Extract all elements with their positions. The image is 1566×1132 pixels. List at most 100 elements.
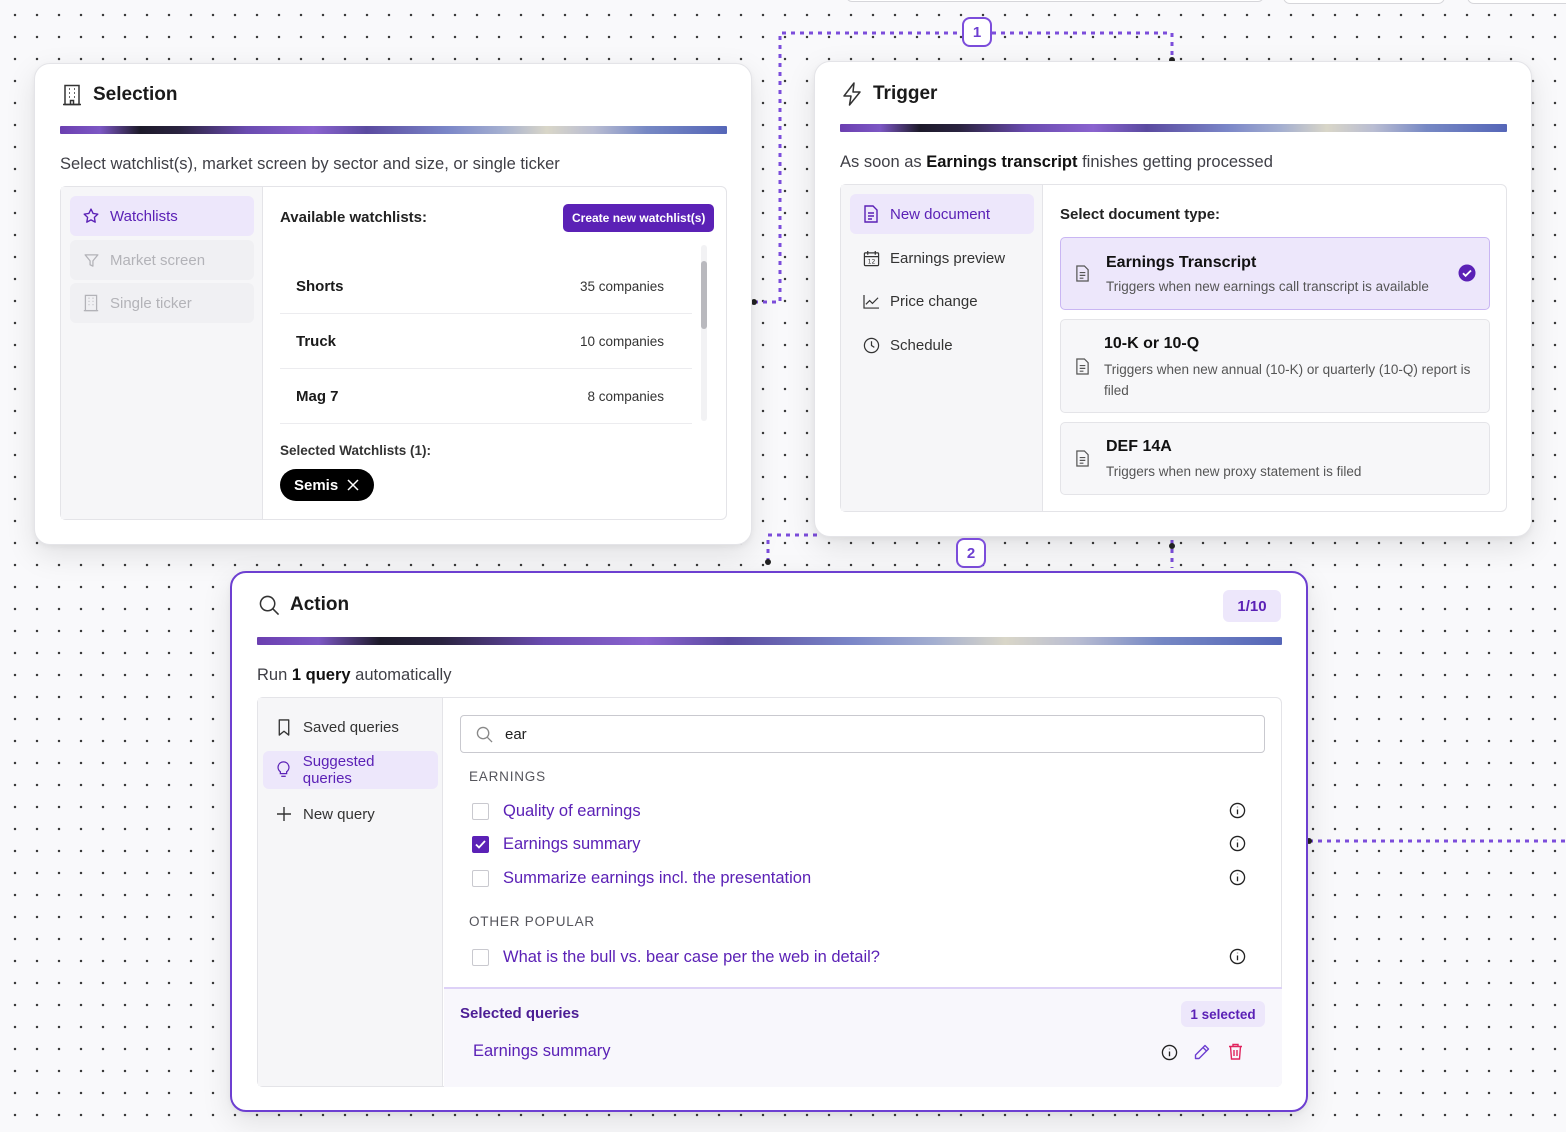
selection-subtitle: Select watchlist(s), market screen by se… bbox=[60, 155, 560, 173]
top-edge-shape-2 bbox=[1283, 0, 1445, 4]
doc-type-desc: Triggers when new annual (10-K) or quart… bbox=[1104, 362, 1471, 398]
info-icon[interactable] bbox=[1229, 835, 1246, 857]
lightbulb-icon bbox=[275, 761, 293, 779]
trigger-subtitle: As soon as Earnings transcript finishes … bbox=[840, 153, 1273, 172]
action-title: Action bbox=[290, 594, 350, 615]
watchlist-chip[interactable]: Semis bbox=[280, 469, 375, 501]
info-icon[interactable] bbox=[1229, 869, 1246, 891]
selection-card: Selection Select watchlist(s), market sc… bbox=[34, 63, 752, 545]
doc-type-title: Earnings Transcript bbox=[1106, 254, 1257, 271]
nav-price-change[interactable]: Price change bbox=[850, 281, 1034, 321]
watchlist-row[interactable]: Shorts 35 companies bbox=[280, 259, 692, 314]
action-subtitle: Run 1 query automatically bbox=[257, 666, 451, 685]
trigger-gradient-bar bbox=[840, 124, 1507, 132]
selection-gradient-bar bbox=[60, 126, 727, 134]
nav-suggested-queries[interactable]: Suggested queries bbox=[263, 751, 438, 789]
calendar-icon: 12 bbox=[862, 249, 880, 267]
search-icon bbox=[258, 594, 280, 616]
section-heading-earnings: EARNINGS bbox=[469, 769, 546, 784]
watchlist-scrollbar[interactable] bbox=[701, 245, 707, 421]
watchlist-row[interactable]: Mag 7 8 companies bbox=[280, 369, 692, 424]
chip-label: Semis bbox=[294, 476, 339, 494]
top-edge-shape-3 bbox=[1467, 0, 1566, 4]
step-badge-1: 1 bbox=[962, 17, 992, 47]
query-label: Earnings summary bbox=[503, 835, 641, 853]
info-icon[interactable] bbox=[1229, 802, 1246, 824]
nav-new-document-label: New document bbox=[890, 205, 991, 223]
nav-schedule-label: Schedule bbox=[890, 336, 953, 354]
doc-type-earnings-transcript[interactable]: Earnings Transcript Triggers when new ea… bbox=[1060, 237, 1490, 310]
selection-header: Selection bbox=[61, 84, 177, 106]
action-subtitle-bold: 1 query bbox=[291, 666, 351, 684]
nav-earnings-preview[interactable]: 12 Earnings preview bbox=[850, 238, 1034, 278]
nav-watchlists[interactable]: Watchlists bbox=[70, 196, 254, 236]
search-icon bbox=[475, 725, 493, 743]
trigger-panel: New document 12 Earnings preview Price c… bbox=[840, 184, 1507, 512]
chart-line-icon bbox=[862, 292, 880, 310]
info-icon[interactable] bbox=[1161, 1044, 1178, 1066]
query-checkbox[interactable] bbox=[472, 949, 489, 966]
clock-icon bbox=[862, 336, 880, 354]
document-icon bbox=[1075, 358, 1090, 380]
query-option-row[interactable]: Earnings summary bbox=[472, 835, 641, 854]
doc-type-label: Select document type: bbox=[1060, 206, 1221, 223]
action-gradient-bar bbox=[257, 637, 1282, 645]
selected-queries-title: Selected queries bbox=[460, 1005, 580, 1022]
doc-type-desc: Triggers when new proxy statement is fil… bbox=[1106, 464, 1362, 479]
query-option-row[interactable]: Quality of earnings bbox=[472, 802, 641, 821]
delete-trash-icon[interactable] bbox=[1228, 1043, 1243, 1065]
step-badge-2: 2 bbox=[956, 538, 986, 568]
section-heading-other-popular: OTHER POPULAR bbox=[469, 914, 595, 929]
trigger-card: Trigger As soon as Earnings transcript f… bbox=[814, 61, 1532, 537]
watchlist-count: 35 companies bbox=[579, 278, 664, 294]
action-subtitle-post: automatically bbox=[350, 666, 452, 684]
close-icon[interactable] bbox=[346, 478, 360, 492]
create-watchlist-button[interactable]: Create new watchlist(s) bbox=[563, 204, 715, 232]
query-label: Quality of earnings bbox=[503, 802, 641, 820]
watchlist-count: 10 companies bbox=[579, 333, 664, 349]
query-checkbox[interactable] bbox=[472, 870, 489, 887]
action-sidebar: Saved queries Suggested queries New quer… bbox=[258, 698, 443, 1086]
doc-type-def14a[interactable]: DEF 14A Triggers when new proxy statemen… bbox=[1060, 422, 1490, 495]
watchlist-list: Shorts 35 companies Truck 10 companies M… bbox=[61, 243, 728, 424]
nav-earnings-preview-label: Earnings preview bbox=[890, 249, 1006, 267]
nav-schedule[interactable]: Schedule bbox=[850, 325, 1034, 365]
building-icon bbox=[61, 84, 83, 106]
info-icon[interactable] bbox=[1229, 948, 1246, 970]
nav-saved-queries[interactable]: Saved queries bbox=[263, 707, 438, 747]
action-subtitle-pre: Run bbox=[257, 666, 292, 684]
watchlist-row[interactable]: Truck 10 companies bbox=[280, 314, 692, 369]
search-value: ear bbox=[505, 725, 527, 743]
query-checkbox-checked[interactable] bbox=[472, 836, 489, 853]
watchlist-name: Truck bbox=[296, 332, 337, 350]
query-option-row[interactable]: Summarize earnings incl. the presentatio… bbox=[472, 869, 811, 888]
query-option-row[interactable]: What is the bull vs. bear case per the w… bbox=[472, 948, 880, 967]
trigger-subtitle-bold: Earnings transcript bbox=[926, 153, 1078, 171]
selected-watchlists-label: Selected Watchlists (1): bbox=[280, 443, 432, 458]
query-checkbox[interactable] bbox=[472, 803, 489, 820]
check-circle-icon bbox=[1458, 264, 1476, 287]
available-watchlists-label: Available watchlists: bbox=[280, 209, 427, 226]
selection-panel: Watchlists Market screen Single ticker A… bbox=[60, 186, 727, 520]
watchlist-name: Mag 7 bbox=[296, 387, 339, 405]
document-icon bbox=[1075, 450, 1090, 472]
nav-new-query[interactable]: New query bbox=[263, 794, 438, 834]
trigger-subtitle-post: finishes getting processed bbox=[1077, 153, 1273, 171]
scrollbar-thumb[interactable] bbox=[701, 261, 707, 329]
lightning-icon bbox=[841, 82, 863, 106]
query-search-input[interactable]: ear bbox=[460, 715, 1265, 753]
star-icon bbox=[82, 207, 100, 225]
edit-pencil-icon[interactable] bbox=[1194, 1044, 1210, 1065]
selected-query-item[interactable]: Earnings summary bbox=[473, 1042, 611, 1061]
nav-new-document[interactable]: New document bbox=[850, 194, 1034, 234]
doc-type-10k-10q[interactable]: 10-K or 10-Q Triggers when new annual (1… bbox=[1060, 319, 1490, 413]
query-label: Summarize earnings incl. the presentatio… bbox=[503, 869, 812, 887]
watchlist-name: Shorts bbox=[296, 277, 344, 295]
doc-type-desc: Triggers when new earnings call transcri… bbox=[1106, 279, 1429, 294]
nav-new-query-label: New query bbox=[303, 805, 375, 823]
trigger-title: Trigger bbox=[873, 83, 938, 104]
trigger-header: Trigger bbox=[841, 82, 937, 106]
document-icon bbox=[1075, 265, 1090, 287]
selected-queries-panel: Selected queries 1 selected Earnings sum… bbox=[444, 987, 1282, 1087]
nav-watchlists-label: Watchlists bbox=[110, 207, 178, 225]
